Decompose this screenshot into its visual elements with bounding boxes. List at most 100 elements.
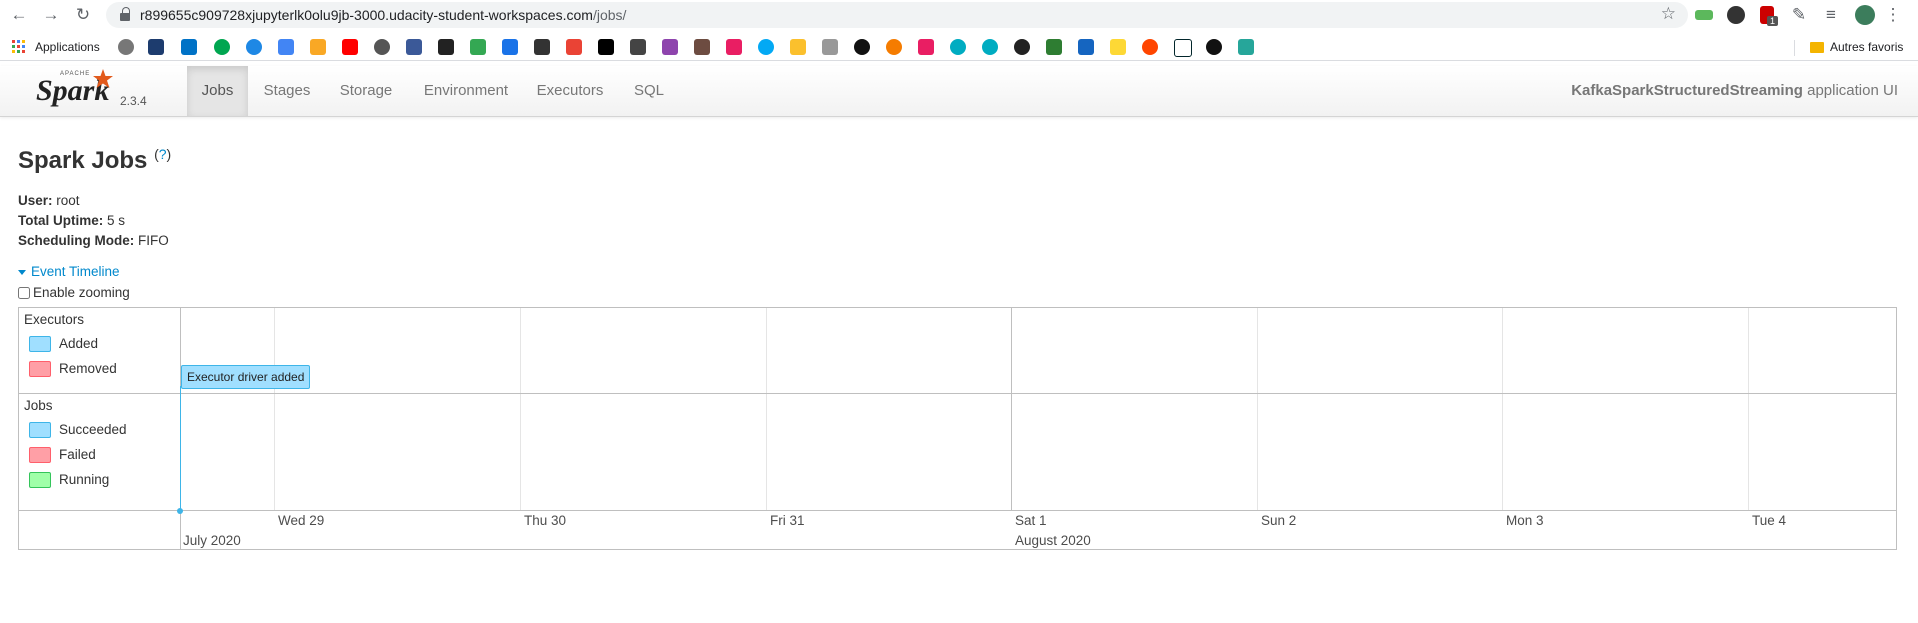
bookmark-icon[interactable] [118, 39, 134, 55]
bookmark-facebook-icon[interactable] [406, 39, 422, 55]
extensions-puzzle-icon[interactable]: ✎ [1788, 4, 1810, 26]
menu-dots-icon[interactable]: ⋮ [1882, 4, 1904, 26]
extension-spy-icon[interactable] [1727, 6, 1745, 24]
bookmark-icon[interactable] [1238, 39, 1254, 55]
bookmark-reddit-icon[interactable] [1142, 39, 1158, 55]
legend-failed: Failed [59, 447, 96, 462]
spark-logo[interactable]: APACHE Spark 2.3.4 [36, 68, 156, 114]
day-tick: Sat 1 [1015, 513, 1047, 528]
grid-line [520, 308, 521, 511]
grid-line [1257, 308, 1258, 511]
day-tick: Sun 2 [1261, 513, 1297, 528]
scheduling-mode-info: Scheduling Mode: FIFO [18, 233, 169, 248]
bookmark-separator [1794, 40, 1795, 56]
bookmark-icon[interactable] [502, 39, 518, 55]
bookmark-star-icon[interactable]: ☆ [1661, 4, 1676, 24]
bookmark-icon[interactable] [758, 39, 774, 55]
bookmark-applications[interactable]: Applications [35, 34, 100, 60]
extension-green-icon[interactable] [1695, 10, 1713, 20]
bookmark-icon[interactable] [982, 39, 998, 55]
grid-line [766, 308, 767, 511]
legend-swatch-failed [29, 447, 51, 463]
legend-swatch-running [29, 472, 51, 488]
bookmark-gmail-icon[interactable] [566, 39, 582, 55]
tab-sql[interactable]: SQL [624, 66, 674, 116]
jobs-group-label: Jobs [24, 398, 53, 413]
grid-line [274, 308, 275, 511]
bookmark-icon[interactable] [950, 39, 966, 55]
event-timeline-toggle[interactable]: Event Timeline [18, 264, 120, 279]
group-divider [19, 393, 1896, 394]
tab-storage[interactable]: Storage [330, 66, 402, 116]
bookmark-drive-icon[interactable] [470, 39, 486, 55]
lock-icon [120, 7, 130, 21]
bookmark-icon[interactable] [148, 39, 164, 55]
folder-icon [1810, 42, 1824, 53]
bookmark-icon[interactable] [662, 39, 678, 55]
day-tick: Tue 4 [1752, 513, 1787, 528]
executor-event-line [180, 386, 181, 512]
bookmark-icon[interactable] [918, 39, 934, 55]
bookmark-edx-icon[interactable] [1174, 39, 1192, 57]
day-tick: Mon 3 [1506, 513, 1544, 528]
bookmark-icon[interactable] [310, 39, 326, 55]
bookmark-notion-icon[interactable] [598, 39, 614, 55]
bookmark-icon[interactable] [438, 39, 454, 55]
bookmark-icon[interactable] [246, 39, 262, 55]
address-bar[interactable]: r899655c909728xjupyterlk0olu9jb-3000.uda… [106, 2, 1688, 28]
bookmark-icon[interactable] [1078, 39, 1094, 55]
bookmark-outlook-icon[interactable] [181, 39, 197, 55]
legend-swatch-removed [29, 361, 51, 377]
bookmark-icon[interactable] [854, 39, 870, 55]
grid-line-major [1011, 308, 1012, 511]
enable-zooming-checkbox[interactable] [18, 287, 30, 299]
bookmark-translate-icon[interactable] [278, 39, 294, 55]
spark-navbar: APACHE Spark 2.3.4 Jobs Stages Storage E… [0, 66, 1918, 117]
back-icon[interactable]: ← [8, 4, 30, 26]
grid-line [1748, 308, 1749, 511]
executor-added-event[interactable]: Executor driver added [181, 365, 311, 389]
enable-zooming: Enable zooming [18, 285, 130, 300]
bookmark-icon[interactable] [822, 39, 838, 55]
tab-environment[interactable]: Environment [414, 66, 518, 116]
bookmark-icon[interactable] [886, 39, 902, 55]
help-link[interactable]: (?) [154, 146, 171, 162]
legend-removed: Removed [59, 361, 117, 376]
bookmark-icon[interactable] [1110, 39, 1126, 55]
bookmarks-bar: Applications Autres favoris [0, 34, 1918, 61]
executor-event-dot [177, 508, 183, 514]
bookmark-youtube-icon[interactable] [342, 39, 358, 55]
tab-executors[interactable]: Executors [530, 66, 610, 116]
other-bookmarks[interactable]: Autres favoris [1830, 34, 1903, 60]
forward-icon[interactable]: → [40, 4, 62, 26]
reload-icon[interactable]: ↻ [72, 4, 94, 26]
user-info: User: root [18, 193, 80, 208]
event-timeline[interactable]: Executors Added Removed Jobs Succeeded F… [18, 307, 1897, 550]
page-title: Spark Jobs (?) [18, 146, 172, 174]
profile-avatar[interactable] [1855, 5, 1875, 25]
bookmark-icon[interactable] [1206, 39, 1222, 55]
bookmark-icon[interactable] [534, 39, 550, 55]
tab-stages[interactable]: Stages [254, 66, 320, 116]
bookmark-icon[interactable] [694, 39, 710, 55]
application-name: KafkaSparkStructuredStreaming applicatio… [1571, 82, 1898, 99]
timeline-label-column: Executors Added Removed Jobs Succeeded F… [19, 308, 181, 549]
bookmark-icon[interactable] [726, 39, 742, 55]
legend-succeeded: Succeeded [59, 422, 127, 437]
tab-jobs[interactable]: Jobs [187, 66, 248, 116]
url-text: r899655c909728xjupyterlk0olu9jb-3000.uda… [140, 7, 627, 23]
bookmark-icon[interactable] [790, 39, 806, 55]
caret-down-icon [18, 269, 26, 275]
bookmark-icon[interactable] [1014, 39, 1030, 55]
bookmark-icon[interactable] [374, 39, 390, 55]
bookmark-icon[interactable] [1046, 39, 1062, 55]
executors-group-label: Executors [24, 312, 85, 327]
apps-grid-icon[interactable] [12, 40, 26, 54]
bookmark-icon[interactable] [214, 39, 230, 55]
legend-swatch-succeeded [29, 422, 51, 438]
day-tick: Fri 31 [770, 513, 805, 528]
reading-list-icon[interactable]: ≡ [1820, 4, 1842, 26]
legend-swatch-added [29, 336, 51, 352]
browser-toolbar: ← → ↻ r899655c909728xjupyterlk0olu9jb-30… [0, 0, 1918, 30]
bookmark-icon[interactable] [630, 39, 646, 55]
